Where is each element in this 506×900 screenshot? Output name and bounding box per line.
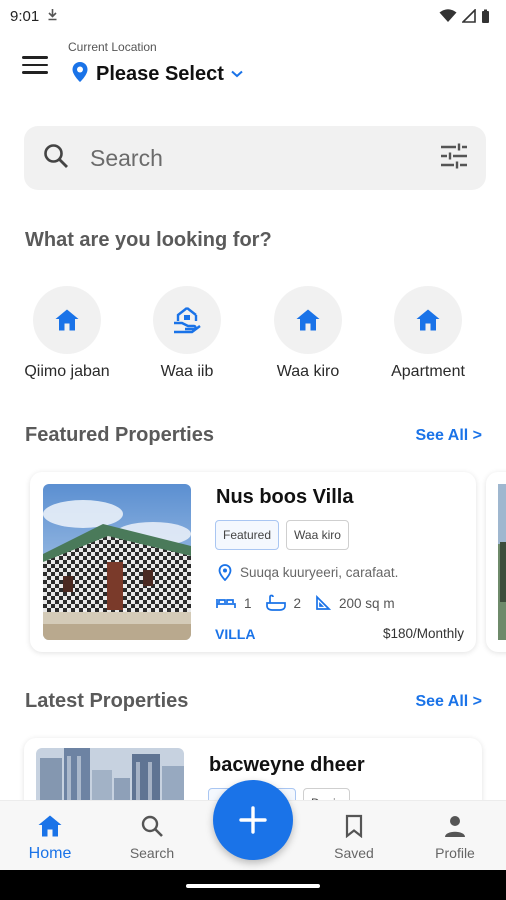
wifi-icon	[439, 9, 457, 22]
status-time: 9:01	[10, 7, 40, 25]
area-value: 200 sq m	[339, 595, 395, 611]
nav-home-label: Home	[28, 845, 72, 862]
menu-line	[22, 63, 48, 67]
bookmark-icon	[345, 814, 363, 838]
status-icons	[439, 9, 490, 24]
property-tags: Featured Waa kiro	[215, 520, 349, 550]
nav-search-label: Search	[129, 845, 175, 861]
person-icon	[445, 816, 465, 837]
nav-profile-label: Profile	[435, 845, 475, 861]
hand-home-icon	[174, 307, 201, 334]
category-icon-wrap	[394, 286, 462, 354]
category-label: Apartment	[391, 363, 465, 380]
property-type: VILLA	[215, 626, 256, 642]
signal-icon	[462, 9, 476, 23]
featured-property-card[interactable]: Nus boos Villa Featured Waa kiro Suuqa k…	[30, 472, 476, 652]
nav-saved-label: Saved	[334, 845, 374, 861]
location-selector[interactable]: Please Select	[70, 61, 244, 88]
search-bar[interactable]	[24, 126, 486, 190]
nav-home[interactable]: Home	[10, 813, 90, 863]
latest-see-all-link[interactable]: See All >	[415, 693, 482, 711]
category-waa-kiro[interactable]: Waa kiro	[248, 286, 368, 381]
search-input[interactable]	[90, 144, 440, 172]
nav-profile[interactable]: Profile	[415, 813, 495, 861]
category-label: Waa iib	[160, 363, 214, 380]
status-bar: 9:01	[0, 0, 506, 32]
gesture-handle[interactable]	[186, 884, 320, 888]
nav-saved[interactable]: Saved	[314, 813, 394, 861]
plus-icon	[239, 806, 267, 834]
menu-line	[22, 56, 48, 59]
property-specs: 1 2 200 sq m	[216, 594, 409, 612]
bed-icon	[216, 599, 236, 608]
spec-baths: 2	[265, 594, 302, 612]
baths-count: 2	[293, 595, 302, 611]
nav-search[interactable]: Search	[112, 813, 192, 861]
spec-area: 200 sq m	[315, 595, 395, 611]
category-label: Waa kiro	[276, 363, 340, 380]
spec-beds: 1	[216, 596, 252, 611]
category-waa-iib[interactable]: Waa iib	[127, 286, 247, 381]
property-image	[43, 484, 191, 640]
property-price: $180/Monthly	[382, 626, 464, 641]
category-icon-wrap	[33, 286, 101, 354]
bathtub-icon	[265, 594, 286, 611]
chevron-down-icon	[230, 66, 244, 84]
property-address: Suuqa kuuryeeri, carafaat.	[218, 564, 398, 581]
beds-count: 1	[244, 595, 252, 611]
property-address-text: Suuqa kuuryeeri, carafaat.	[240, 565, 399, 580]
filter-sliders-icon[interactable]	[440, 143, 468, 174]
category-icon-wrap	[274, 286, 342, 354]
property-name: bacweyne dheer	[209, 754, 365, 776]
featured-heading: Featured Properties	[25, 424, 214, 446]
app-screen: 9:01 Current Location Please Select Sear…	[0, 0, 506, 900]
category-list: Qiimo jaban Waa iib Waa kiro Apartment	[0, 286, 506, 386]
download-status-icon	[47, 8, 58, 24]
system-gesture-bar	[0, 870, 506, 900]
location-pin-icon	[70, 61, 90, 88]
home-icon	[296, 309, 320, 331]
search-icon	[141, 815, 163, 837]
tag-rent: Waa kiro	[286, 520, 349, 550]
location-pin-icon	[218, 564, 232, 581]
search-icon	[42, 142, 70, 175]
ruler-triangle-icon	[316, 595, 332, 610]
home-icon	[55, 309, 79, 331]
add-property-button[interactable]	[213, 780, 293, 860]
tag-featured: Featured	[215, 520, 280, 550]
menu-button[interactable]	[22, 54, 48, 76]
location-value: Please Select	[96, 63, 224, 85]
next-featured-card[interactable]	[486, 472, 506, 652]
category-apartment[interactable]: Apartment	[368, 286, 488, 381]
categories-heading: What are you looking for?	[25, 229, 272, 251]
home-icon	[416, 309, 440, 331]
category-label: Qiimo jaban	[24, 363, 110, 380]
category-icon-wrap	[153, 286, 221, 354]
featured-see-all-link[interactable]: See All >	[415, 427, 482, 445]
battery-icon	[482, 9, 489, 23]
home-icon	[38, 815, 62, 837]
latest-heading: Latest Properties	[25, 690, 189, 712]
menu-line	[22, 71, 48, 74]
category-qiimo-jaban[interactable]: Qiimo jaban	[7, 286, 127, 381]
location-caption: Current Location	[68, 40, 157, 54]
property-name: Nus boos Villa	[216, 486, 354, 508]
